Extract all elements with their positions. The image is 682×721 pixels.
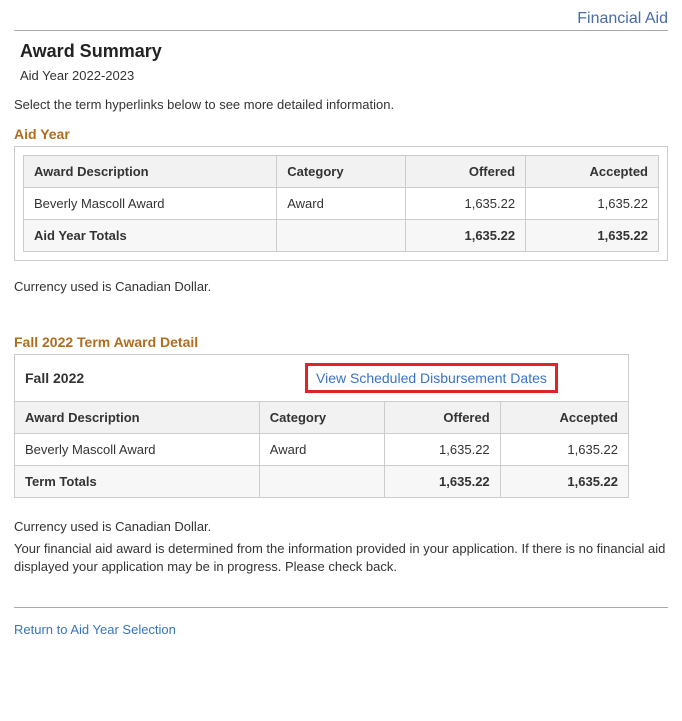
view-disbursement-link[interactable]: View Scheduled Disbursement Dates xyxy=(305,363,558,393)
instruction-text: Select the term hyperlinks below to see … xyxy=(14,97,668,112)
term-name: Fall 2022 xyxy=(25,370,305,386)
col-category: Category xyxy=(277,156,406,188)
cell-category: Award xyxy=(259,434,384,466)
totals-label: Term Totals xyxy=(15,466,259,498)
col-category: Category xyxy=(259,402,384,434)
totals-accepted: 1,635.22 xyxy=(500,466,628,498)
totals-label: Aid Year Totals xyxy=(24,220,277,252)
disclaimer-text: Your financial aid award is determined f… xyxy=(14,540,668,576)
term-section-title: Fall 2022 Term Award Detail xyxy=(14,334,668,350)
aid-year-table: Award Description Category Offered Accep… xyxy=(23,155,659,252)
top-bar: Financial Aid xyxy=(14,10,668,31)
term-header: Fall 2022 View Scheduled Disbursement Da… xyxy=(15,355,628,401)
currency-note-2: Currency used is Canadian Dollar. xyxy=(14,518,668,536)
term-detail-container: Fall 2022 View Scheduled Disbursement Da… xyxy=(14,354,629,498)
totals-accepted: 1,635.22 xyxy=(526,220,659,252)
cell-category: Award xyxy=(277,188,406,220)
divider xyxy=(14,607,668,608)
totals-offered: 1,635.22 xyxy=(406,220,526,252)
financial-aid-link[interactable]: Financial Aid xyxy=(577,10,668,27)
totals-empty xyxy=(259,466,384,498)
col-award-description: Award Description xyxy=(24,156,277,188)
col-offered: Offered xyxy=(406,156,526,188)
aid-year-section-title: Aid Year xyxy=(14,126,668,142)
table-row: Beverly Mascoll Award Award 1,635.22 1,6… xyxy=(24,188,659,220)
totals-row: Term Totals 1,635.22 1,635.22 xyxy=(15,466,628,498)
totals-row: Aid Year Totals 1,635.22 1,635.22 xyxy=(24,220,659,252)
cell-desc: Beverly Mascoll Award xyxy=(24,188,277,220)
col-accepted: Accepted xyxy=(500,402,628,434)
cell-offered: 1,635.22 xyxy=(384,434,500,466)
aid-year-table-container: Award Description Category Offered Accep… xyxy=(14,146,668,261)
table-row: Beverly Mascoll Award Award 1,635.22 1,6… xyxy=(15,434,628,466)
term-table: Award Description Category Offered Accep… xyxy=(15,401,628,497)
totals-offered: 1,635.22 xyxy=(384,466,500,498)
totals-empty xyxy=(277,220,406,252)
currency-note: Currency used is Canadian Dollar. xyxy=(14,279,668,294)
cell-offered: 1,635.22 xyxy=(406,188,526,220)
col-offered: Offered xyxy=(384,402,500,434)
col-award-description: Award Description xyxy=(15,402,259,434)
return-link[interactable]: Return to Aid Year Selection xyxy=(14,622,176,637)
cell-accepted: 1,635.22 xyxy=(500,434,628,466)
page-title: Award Summary xyxy=(20,41,668,62)
cell-desc: Beverly Mascoll Award xyxy=(15,434,259,466)
cell-accepted: 1,635.22 xyxy=(526,188,659,220)
aid-year-label: Aid Year 2022-2023 xyxy=(20,68,668,83)
col-accepted: Accepted xyxy=(526,156,659,188)
